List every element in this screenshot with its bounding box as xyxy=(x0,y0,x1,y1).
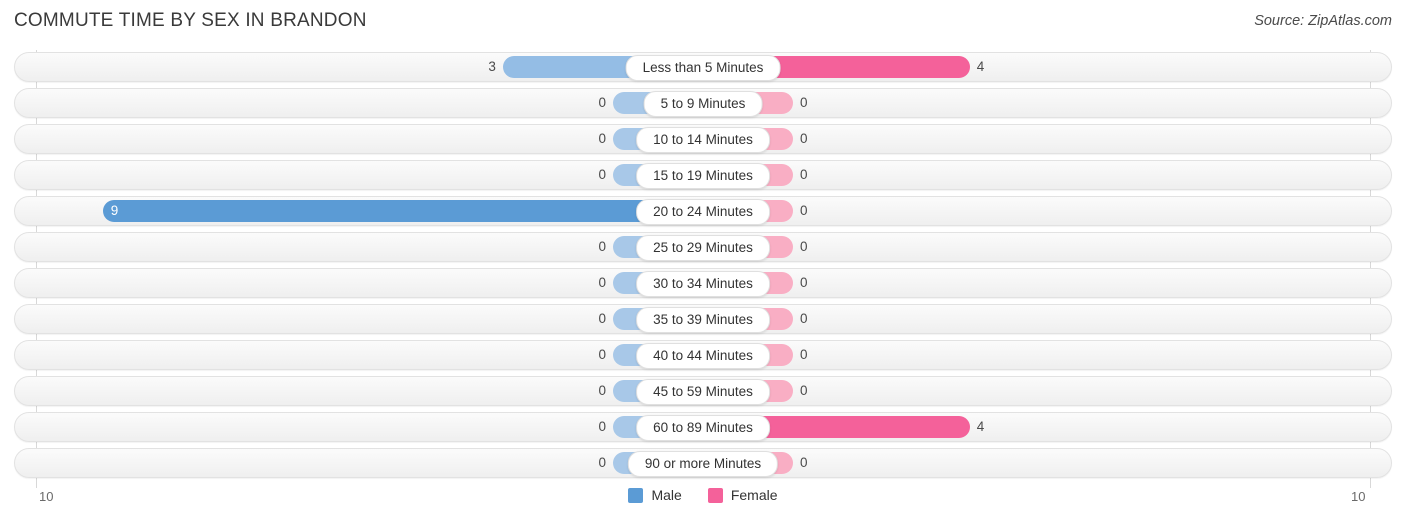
table-row: 0 0 40 to 44 Minutes xyxy=(0,340,1406,370)
value-male: 0 xyxy=(598,95,606,110)
value-male: 0 xyxy=(598,311,606,326)
table-row: 0 0 25 to 29 Minutes xyxy=(0,232,1406,262)
legend-swatch-icon xyxy=(628,487,644,503)
value-female: 0 xyxy=(800,167,808,182)
table-row: 0 0 35 to 39 Minutes xyxy=(0,304,1406,334)
category-label: 20 to 24 Minutes xyxy=(636,199,770,225)
table-row: 0 0 15 to 19 Minutes xyxy=(0,160,1406,190)
legend-item-female[interactable]: Female xyxy=(707,487,778,503)
category-label: 35 to 39 Minutes xyxy=(636,307,770,333)
table-row: 0 0 90 or more Minutes xyxy=(0,448,1406,478)
value-male: 0 xyxy=(598,455,606,470)
value-male: 0 xyxy=(598,419,606,434)
chart-legend: Male Female xyxy=(0,487,1406,503)
value-female: 4 xyxy=(976,59,985,74)
category-label: 5 to 9 Minutes xyxy=(643,91,763,117)
commute-time-chart: COMMUTE TIME BY SEX IN BRANDON Source: Z… xyxy=(0,0,1406,523)
page-title: COMMUTE TIME BY SEX IN BRANDON xyxy=(14,10,367,31)
value-male: 0 xyxy=(598,167,606,182)
category-label: 40 to 44 Minutes xyxy=(636,343,770,369)
bar-rows: 3 4 Less than 5 Minutes 0 0 5 to 9 Minutes 0 0 1… xyxy=(0,52,1406,484)
legend-swatch-icon xyxy=(707,487,723,503)
legend-label: Male xyxy=(651,487,682,503)
value-male: 0 xyxy=(598,347,606,362)
table-row: 0 0 10 to 14 Minutes xyxy=(0,124,1406,154)
category-label: 30 to 34 Minutes xyxy=(636,271,770,297)
category-label: 25 to 29 Minutes xyxy=(636,235,770,261)
category-label: 10 to 14 Minutes xyxy=(636,127,770,153)
value-male: 3 xyxy=(488,59,496,74)
table-row: 0 0 30 to 34 Minutes xyxy=(0,268,1406,298)
value-female: 0 xyxy=(800,383,808,398)
value-female: 0 xyxy=(800,311,808,326)
category-label: 90 or more Minutes xyxy=(627,451,779,477)
value-male: 0 xyxy=(598,275,606,290)
value-female: 0 xyxy=(800,239,808,254)
legend-label: Female xyxy=(730,487,778,503)
value-male: 0 xyxy=(598,131,606,146)
table-row: 0 0 5 to 9 Minutes xyxy=(0,88,1406,118)
category-label: Less than 5 Minutes xyxy=(625,55,781,81)
value-female: 0 xyxy=(800,203,808,218)
value-female: 4 xyxy=(976,419,985,434)
table-row: 0 4 60 to 89 Minutes xyxy=(0,412,1406,442)
source-attribution: Source: ZipAtlas.com xyxy=(1254,13,1392,29)
value-female: 0 xyxy=(800,275,808,290)
category-label: 60 to 89 Minutes xyxy=(636,415,770,441)
table-row: 3 4 Less than 5 Minutes xyxy=(0,52,1406,82)
table-row: 0 0 45 to 59 Minutes xyxy=(0,376,1406,406)
value-female: 0 xyxy=(800,455,808,470)
value-male: 0 xyxy=(598,239,606,254)
value-female: 0 xyxy=(800,131,808,146)
category-label: 45 to 59 Minutes xyxy=(636,379,770,405)
value-male: 9 xyxy=(110,203,119,218)
bar-male[interactable]: 9 xyxy=(102,200,703,222)
category-label: 15 to 19 Minutes xyxy=(636,163,770,189)
value-female: 0 xyxy=(800,95,808,110)
value-female: 0 xyxy=(800,347,808,362)
legend-item-male[interactable]: Male xyxy=(628,487,682,503)
table-row: 9 0 20 to 24 Minutes xyxy=(0,196,1406,226)
value-male: 0 xyxy=(598,383,606,398)
